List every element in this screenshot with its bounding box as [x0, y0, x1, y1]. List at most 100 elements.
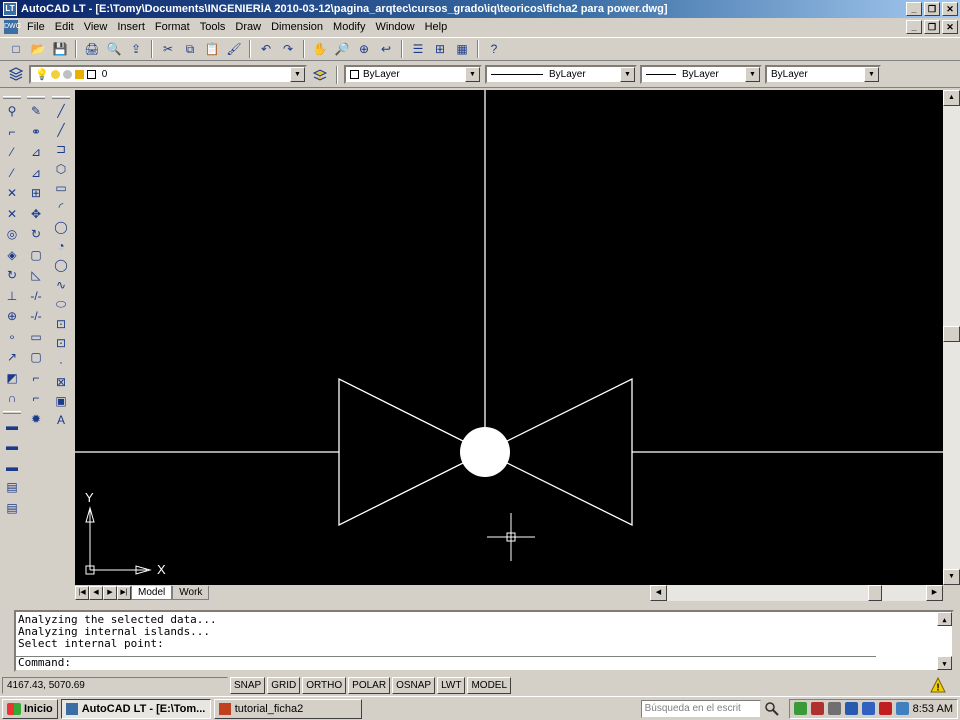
volume-tray-icon[interactable] [827, 702, 841, 715]
horizontal-scroll-thumb[interactable] [868, 585, 882, 601]
messenger-tray-icon[interactable] [844, 702, 858, 715]
snap-toggle[interactable]: SNAP [230, 676, 266, 694]
copy-object-icon[interactable]: ⚭ [26, 122, 46, 143]
zoom-window-icon[interactable]: ⊕ [354, 39, 374, 59]
layer-on-lightbulb-icon[interactable]: 💡 [35, 68, 49, 81]
menu-format[interactable]: Format [150, 21, 195, 33]
rectangle-icon[interactable]: ▭ [51, 178, 71, 197]
autocad-app-icon[interactable]: LT [3, 2, 17, 16]
communication-center-icon[interactable]: ! [930, 676, 946, 694]
rotate-icon[interactable]: ↻ [26, 224, 46, 245]
region-icon[interactable]: ▣ [51, 391, 71, 410]
lineweight-control-dropdown[interactable]: ByLayer ▼ [640, 65, 762, 84]
erase-icon[interactable]: ✎ [26, 101, 46, 122]
undo-icon[interactable]: ↶ [256, 39, 276, 59]
spline-icon[interactable]: ∿ [51, 275, 71, 294]
design-center-icon[interactable]: ⊞ [430, 39, 450, 59]
restore-button[interactable]: ❐ [924, 2, 940, 16]
layer-thaw-sun-icon[interactable] [50, 70, 60, 79]
multiline-text-icon[interactable]: A [51, 411, 71, 430]
open-icon[interactable]: 📂 [28, 39, 48, 59]
paste-icon[interactable]: 📋 [202, 39, 222, 59]
publish-icon[interactable]: ⇪ [126, 39, 146, 59]
scale-icon[interactable]: ▢ [26, 245, 46, 266]
close-button[interactable]: ✕ [942, 2, 958, 16]
fillet-icon[interactable]: ⌐ [2, 122, 22, 143]
layer-dropdown-arrow-icon[interactable]: ▼ [290, 67, 305, 82]
construction-line-icon[interactable]: ╱ [51, 120, 71, 139]
ellipse-icon[interactable]: ⬭ [51, 295, 71, 314]
dimension-aligned-icon[interactable]: ▬ [2, 436, 22, 457]
minimize-button[interactable]: _ [906, 2, 922, 16]
scroll-up-icon[interactable]: ▲ [943, 90, 960, 106]
osnap-center-icon[interactable]: ◎ [2, 224, 22, 245]
chamfer-icon[interactable]: ▢ [26, 347, 46, 368]
menu-edit[interactable]: Edit [50, 21, 79, 33]
layer-lock-icon[interactable] [74, 70, 84, 79]
toolbar-grip[interactable] [3, 410, 21, 414]
join-icon[interactable]: ▭ [26, 327, 46, 348]
monitor-tray-icon[interactable] [895, 702, 909, 715]
toolbar-grip[interactable] [52, 96, 70, 99]
model-toggle[interactable]: MODEL [467, 676, 512, 694]
plot-preview-icon[interactable]: 🔍 [104, 39, 124, 59]
move-icon[interactable]: ✥ [26, 204, 46, 225]
offset-icon[interactable]: ⊿ [26, 163, 46, 184]
line-icon[interactable]: ╱ [51, 101, 71, 120]
make-block-icon[interactable]: ⊡ [51, 333, 71, 352]
taskbar-item-autocad[interactable]: AutoCAD LT - [E:\Tom... [60, 698, 211, 719]
lineweight-dropdown-arrow-icon[interactable]: ▼ [745, 67, 760, 82]
insert-block-icon[interactable]: ⊡ [51, 314, 71, 333]
desktop-search-input[interactable]: Búsqueda en el escrit [640, 699, 761, 718]
osnap-node-icon[interactable]: ∘ [2, 327, 22, 348]
make-object-layer-current-icon[interactable] [310, 65, 330, 85]
donut-icon[interactable]: ◔ [51, 236, 71, 255]
arc-icon[interactable]: ◜ [51, 198, 71, 217]
menu-file[interactable]: File [22, 21, 50, 33]
network-tray-icon[interactable] [793, 702, 807, 715]
menu-view[interactable]: View [79, 21, 113, 33]
linetype-control-dropdown[interactable]: ByLayer ▼ [485, 65, 637, 84]
layer-manager-icon[interactable] [6, 65, 26, 85]
taskbar-item-tutorial[interactable]: tutorial_ficha2 [213, 698, 362, 719]
distance-icon[interactable]: ⚲ [2, 101, 22, 122]
linetype-dropdown-arrow-icon[interactable]: ▼ [620, 67, 635, 82]
plot-icon[interactable]: 🖨 [82, 39, 102, 59]
tool-palettes-icon[interactable]: ▦ [452, 39, 472, 59]
dimension-baseline-icon[interactable]: ▤ [2, 498, 22, 519]
grid-toggle[interactable]: GRID [267, 676, 301, 694]
menu-window[interactable]: Window [370, 21, 419, 33]
last-tab-icon[interactable]: ▶| [117, 586, 131, 600]
scroll-left-icon[interactable]: ◀ [650, 585, 667, 601]
osnap-insert-icon[interactable]: ⊕ [2, 306, 22, 327]
start-button[interactable]: Inicio [2, 698, 58, 719]
coordinate-display[interactable]: 4167.43, 5070.69 [2, 676, 228, 694]
menu-help[interactable]: Help [420, 21, 453, 33]
polyline-icon[interactable]: ⊐ [51, 140, 71, 159]
osnap-quadrant-icon[interactable]: ◈ [2, 245, 22, 266]
cmd-scroll-down-icon[interactable]: ▼ [937, 656, 952, 670]
command-window[interactable]: Analyzing the selected data... Analyzing… [14, 610, 954, 672]
osnap-none-icon[interactable]: ◩ [2, 368, 22, 389]
horizontal-scrollbar[interactable]: ◀ ▶ [650, 585, 943, 601]
point-icon[interactable]: · [51, 353, 71, 372]
mirror-icon[interactable]: ⊿ [26, 142, 46, 163]
pan-icon[interactable]: ✋ [310, 39, 330, 59]
command-input-line[interactable]: Command: [16, 656, 876, 670]
cmd-scroll-up-icon[interactable]: ▲ [937, 612, 952, 626]
redo-icon[interactable]: ↷ [278, 39, 298, 59]
extend-icon[interactable]: ⁄ [2, 142, 22, 163]
osnap-settings-icon[interactable]: ∩ [2, 388, 22, 409]
vertical-scrollbar[interactable]: ▲ ▼ [943, 90, 960, 585]
zoom-previous-icon[interactable]: ↩ [376, 39, 396, 59]
title-bar[interactable]: LT AutoCAD LT - [E:\Tomy\Documents\INGEN… [0, 0, 960, 18]
revision-cloud-icon[interactable]: ◯ [51, 256, 71, 275]
properties-icon[interactable]: ☰ [408, 39, 428, 59]
prev-tab-icon[interactable]: ◀ [89, 586, 103, 600]
fillet-alt-icon[interactable]: ⌐ [26, 388, 46, 409]
cut-icon[interactable]: ✂ [158, 39, 178, 59]
dimension-ordinate-icon[interactable]: ▬ [2, 457, 22, 478]
help-icon[interactable]: ? [484, 39, 504, 59]
lengthen-icon[interactable]: -/- [26, 286, 46, 307]
copy-icon[interactable]: ⧉ [180, 39, 200, 59]
